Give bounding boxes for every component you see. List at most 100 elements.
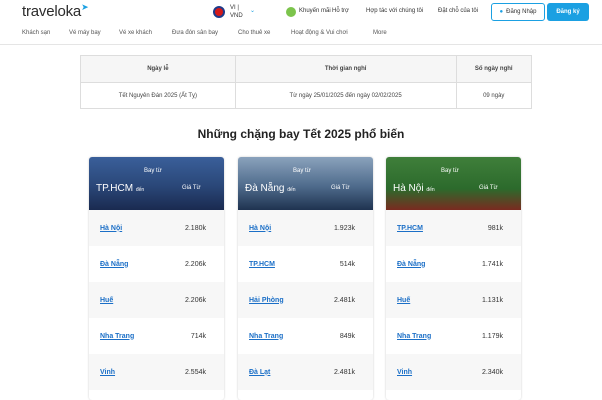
language-label: VI | — [230, 5, 239, 11]
partner-link[interactable]: Hợp tác với chúng tôi — [366, 8, 423, 14]
vietnam-flag-icon[interactable] — [213, 6, 225, 18]
user-icon: ● — [499, 9, 504, 15]
route-row[interactable]: TP.HCM 514k — [238, 246, 373, 282]
to-label: đến — [135, 187, 145, 193]
nav-airport-transfer[interactable]: Đưa đón sân bay — [172, 30, 218, 36]
destination-link[interactable]: Đà Nẵng — [397, 261, 425, 268]
price: 2.206k — [184, 296, 206, 304]
nav-more[interactable]: More — [373, 30, 387, 36]
price-from-label: Giá Từ — [182, 185, 201, 191]
destination-link[interactable]: Vinh — [397, 369, 412, 376]
route-row[interactable]: Vinh 2.340k — [386, 354, 521, 390]
promo-icon — [286, 7, 296, 17]
destination-link[interactable]: Đà Nẵng — [100, 261, 128, 268]
support-menu[interactable]: Hỗ trợ — [332, 8, 349, 14]
cell-days: 09 ngày — [455, 82, 532, 109]
price-from-label: Giá Từ — [331, 185, 350, 191]
city-name: Hà Nội — [393, 183, 424, 194]
table-row: Tết Nguyên Đán 2025 (Ất Tỵ) Từ ngày 25/01… — [80, 82, 532, 109]
holiday-table: Ngày lễ Thời gian nghỉ Số ngày nghỉ Tết Ng… — [80, 55, 532, 109]
route-card: Bay từ Đà Nẵng đến Giá Từ Hà Nội 1.923k TP… — [238, 157, 373, 400]
price: 1.741k — [481, 260, 503, 268]
cell-holiday: Tết Nguyên Đán 2025 (Ất Tỵ) — [80, 82, 236, 109]
city-image: Bay từ Đà Nẵng đến Giá Từ — [238, 157, 373, 210]
destination-link[interactable]: Huế — [397, 297, 410, 304]
route-row[interactable]: Hải Phòng 2.481k — [238, 282, 373, 318]
city-image: Bay từ TP.HCM đến Giá Từ — [89, 157, 224, 210]
price: 2.481k — [333, 368, 355, 376]
from-label: Bay từ — [441, 168, 459, 174]
chevron-down-icon[interactable]: ⌄ — [250, 7, 255, 14]
main-nav: Khách sạn Vé máy bay Vé xe khách Đưa đón… — [0, 24, 602, 45]
to-label: đến — [287, 187, 296, 193]
destination-link[interactable]: Nha Trang — [397, 333, 431, 340]
route-row[interactable]: Đà Nẵng 2.206k — [89, 246, 224, 282]
bird-icon: ➤ — [81, 2, 89, 12]
nav-flights[interactable]: Vé máy bay — [69, 30, 101, 36]
destination-link[interactable]: Nha Trang — [100, 333, 134, 340]
origin-city: TP.HCM đến — [96, 183, 144, 194]
nav-bus[interactable]: Vé xe khách — [119, 30, 152, 36]
route-row[interactable]: Nha Trang 714k — [89, 318, 224, 354]
price: 1.923k — [333, 224, 355, 232]
route-card: Bay từ Hà Nội đến Giá Từ TP.HCM 981k Đà Nẵ… — [386, 157, 521, 400]
price-from-label: Giá Từ — [479, 185, 498, 191]
destination-link[interactable]: Vinh — [100, 369, 115, 376]
origin-city: Đà Nẵng đến — [245, 183, 296, 194]
origin-city: Hà Nội đến — [393, 183, 435, 194]
section-title: Những chặng bay Tết 2025 phổ biến — [197, 127, 405, 141]
route-row[interactable]: Nha Trang 1.179k — [386, 318, 521, 354]
route-card: Bay từ TP.HCM đến Giá Từ Hà Nội 2.180k Đà … — [89, 157, 224, 400]
price: 2.206k — [184, 260, 206, 268]
price: 849k — [339, 332, 355, 340]
cell-period: Từ ngày 25/01/2025 đến ngày 02/02/2025 — [234, 82, 457, 109]
login-button[interactable]: ● Đăng Nhập — [491, 3, 545, 21]
price: 1.179k — [481, 332, 503, 340]
destination-link[interactable]: Hà Nội — [100, 225, 122, 232]
nav-hotels[interactable]: Khách sạn — [22, 30, 50, 36]
logo-text: traveloka — [22, 3, 82, 20]
logo[interactable]: traveloka➤ — [22, 2, 89, 20]
route-row[interactable]: Hà Nội 2.180k — [89, 210, 224, 246]
route-row[interactable]: Đà Lạt 2.481k — [238, 354, 373, 390]
top-bar: traveloka➤ VI | VND ⌄ Khuyến mãi Hỗ trợ H… — [0, 0, 602, 24]
price: 2.481k — [333, 296, 355, 304]
my-bookings-link[interactable]: Đặt chỗ của tôi — [438, 8, 478, 14]
city-image: Bay từ Hà Nội đến Giá Từ — [386, 157, 521, 210]
price: 714k — [190, 332, 206, 340]
promo-link[interactable]: Khuyến mãi — [299, 8, 331, 14]
destination-link[interactable]: Nha Trang — [249, 333, 283, 340]
col-period: Thời gian nghỉ — [234, 55, 457, 83]
nav-activities[interactable]: Hoạt động & Vui chơi — [291, 30, 348, 36]
price: 981k — [487, 224, 503, 232]
destination-link[interactable]: TP.HCM — [249, 261, 275, 268]
route-row[interactable]: Vinh 2.554k — [89, 354, 224, 390]
register-button[interactable]: Đăng ký — [547, 3, 589, 21]
route-row[interactable]: Huế 1.131k — [386, 282, 521, 318]
city-name: TP.HCM — [96, 183, 134, 194]
nav-car-rental[interactable]: Cho thuê xe — [238, 30, 270, 36]
currency-label: VND — [230, 13, 243, 19]
destination-link[interactable]: Huế — [100, 297, 113, 304]
col-days: Số ngày nghỉ — [455, 55, 532, 83]
destination-link[interactable]: Hải Phòng — [249, 297, 284, 304]
destination-link[interactable]: TP.HCM — [397, 225, 423, 232]
price: 1.131k — [481, 296, 503, 304]
city-name: Đà Nẵng — [245, 183, 285, 194]
destination-link[interactable]: Đà Lạt — [249, 369, 270, 376]
route-row[interactable]: Đà Nẵng 1.741k — [386, 246, 521, 282]
login-label: Đăng Nhập — [506, 9, 537, 15]
to-label: đến — [426, 187, 435, 193]
price: 2.554k — [184, 368, 206, 376]
language-currency-selector[interactable]: VI | VND — [230, 4, 243, 20]
price: 2.180k — [184, 224, 206, 232]
from-label: Bay từ — [293, 168, 311, 174]
route-row[interactable]: TP.HCM 981k — [386, 210, 521, 246]
col-holiday: Ngày lễ — [80, 55, 236, 83]
price: 514k — [339, 260, 355, 268]
destination-link[interactable]: Hà Nội — [249, 225, 271, 232]
price: 2.340k — [481, 368, 503, 376]
route-row[interactable]: Huế 2.206k — [89, 282, 224, 318]
route-row[interactable]: Hà Nội 1.923k — [238, 210, 373, 246]
route-row[interactable]: Nha Trang 849k — [238, 318, 373, 354]
